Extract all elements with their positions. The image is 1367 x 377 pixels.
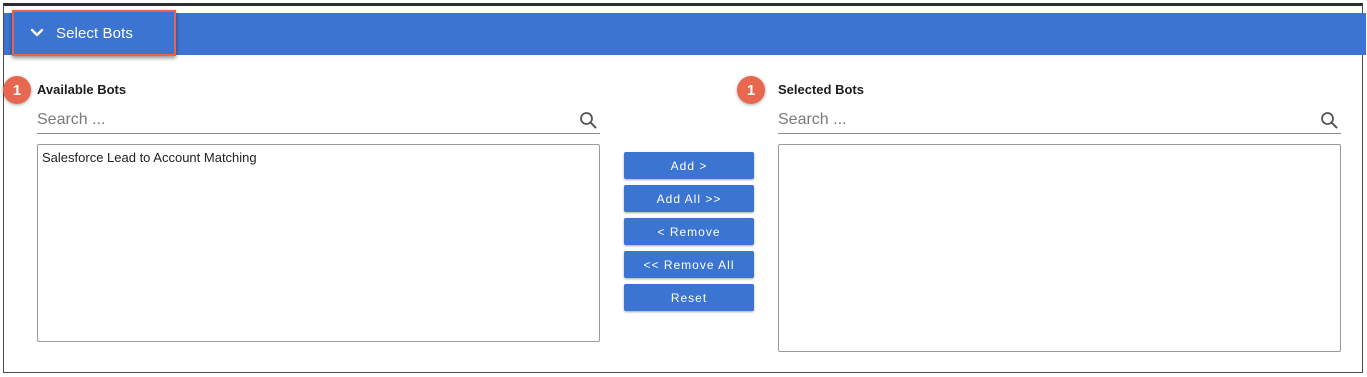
available-bots-label: Available Bots xyxy=(37,82,127,97)
add-all-button[interactable]: Add All >> xyxy=(624,185,754,212)
remove-button[interactable]: < Remove xyxy=(624,218,754,245)
search-icon[interactable] xyxy=(1319,110,1339,130)
selected-search-input[interactable] xyxy=(778,110,1257,129)
selected-bots-list[interactable] xyxy=(778,144,1341,352)
search-icon[interactable] xyxy=(578,110,598,130)
selected-search xyxy=(778,106,1341,134)
list-item[interactable]: Salesforce Lead to Account Matching xyxy=(38,145,599,165)
reset-button[interactable]: Reset xyxy=(624,284,754,311)
section-header xyxy=(4,13,1366,55)
selected-bots-label: Selected Bots xyxy=(778,82,864,97)
available-search xyxy=(37,106,600,134)
chevron-down-icon xyxy=(28,24,46,42)
step-badge-selected: 1 xyxy=(737,76,765,104)
remove-all-button[interactable]: << Remove All xyxy=(624,251,754,278)
add-button[interactable]: Add > xyxy=(624,152,754,179)
step-badge-available: 1 xyxy=(3,76,31,104)
available-search-input[interactable] xyxy=(37,110,516,129)
section-title: Select Bots xyxy=(56,24,133,42)
available-bots-list[interactable]: Salesforce Lead to Account Matching xyxy=(37,144,600,342)
select-bots-toggle[interactable]: Select Bots xyxy=(12,10,176,56)
